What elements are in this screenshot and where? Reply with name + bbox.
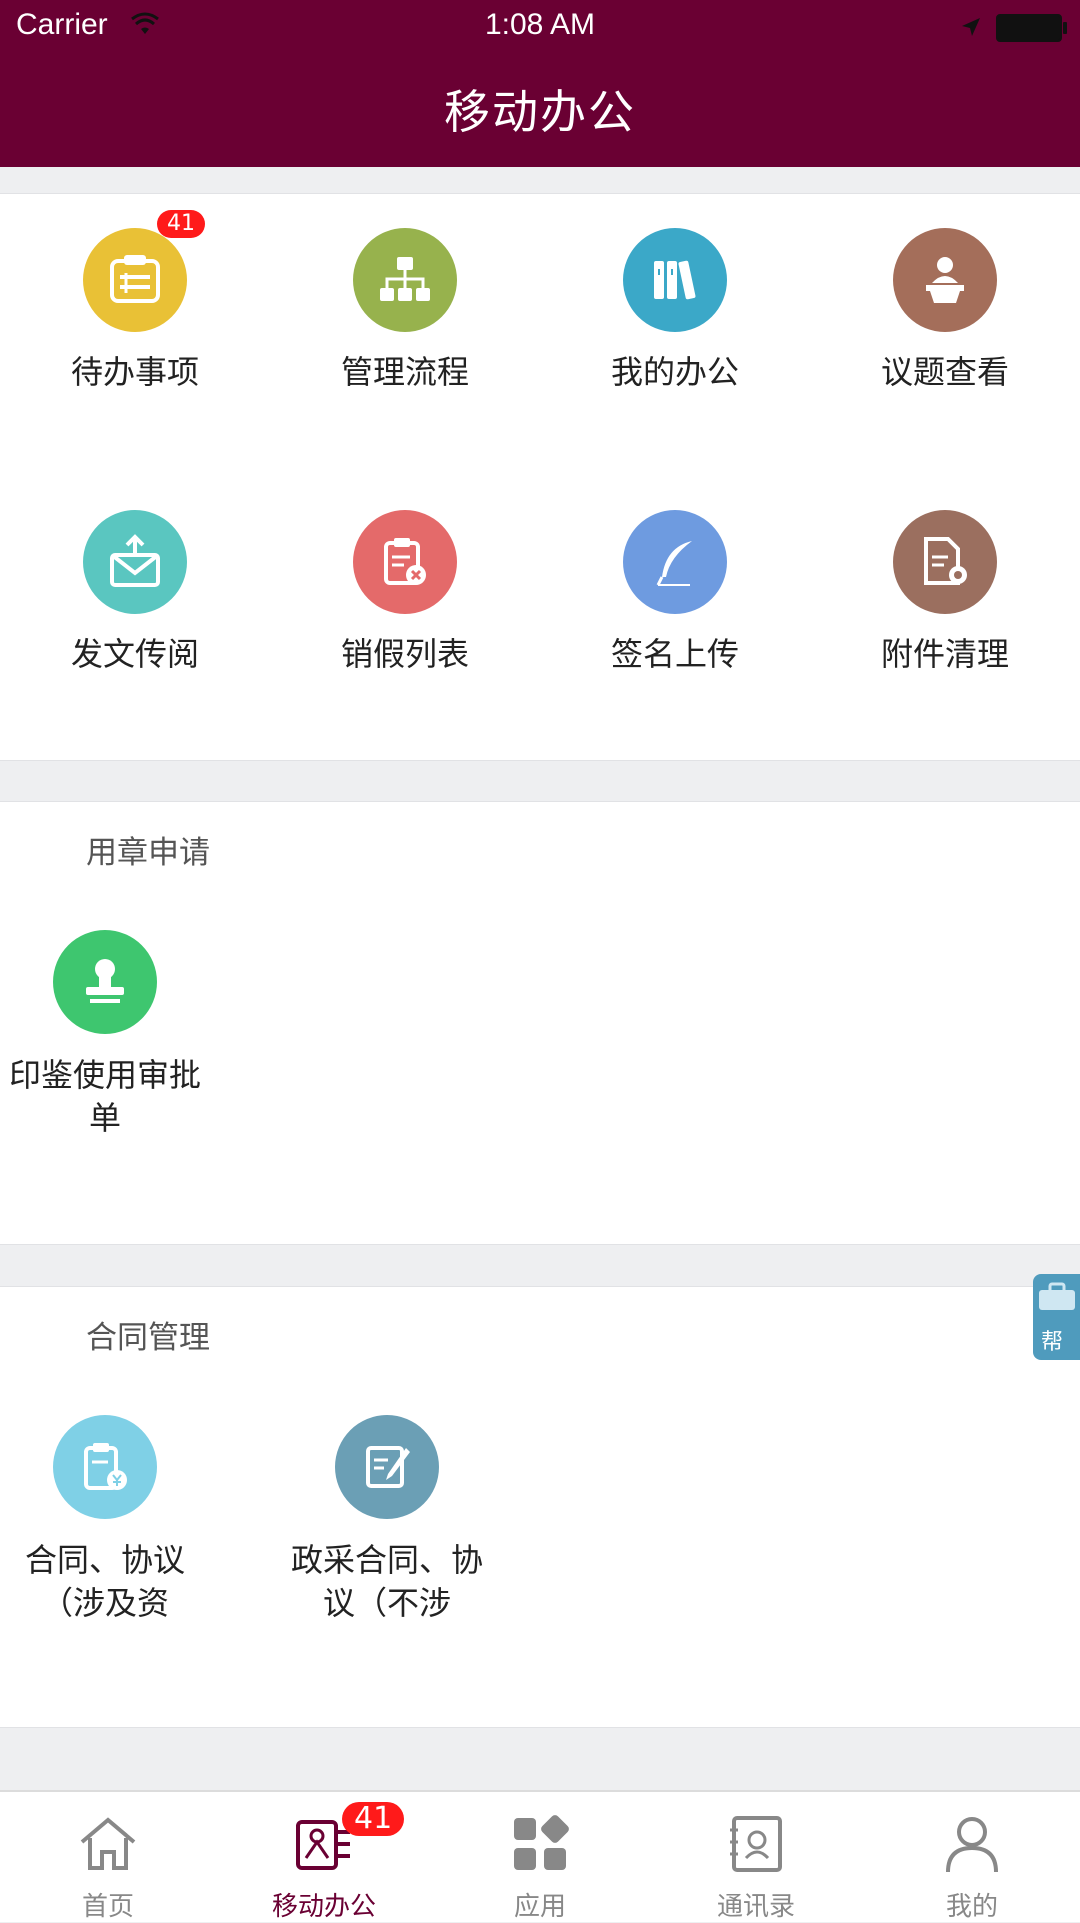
location-arrow-icon — [960, 12, 982, 46]
feather-pen-icon — [623, 510, 727, 614]
tile-label: 发文传阅 — [70, 635, 199, 673]
tile-label: 销假列表 — [340, 635, 469, 673]
home-icon — [0, 1808, 216, 1880]
tile-label: 我的办公 — [610, 353, 739, 391]
tile-label: 管理流程 — [340, 353, 469, 391]
page-title: 移动办公 — [444, 85, 636, 139]
tile-label: 政采合同、协议（不涉 — [290, 1541, 483, 1623]
bottom-tab-bar: 首页 41 移动办公 应用 通讯录 我的 — [0, 1790, 1080, 1922]
speaker-podium-icon — [893, 228, 997, 332]
tile-label: 合同、协议（涉及资 — [24, 1541, 185, 1623]
tile-management-process[interactable]: 管理流程 — [270, 228, 540, 394]
id-card-icon: 41 — [216, 1802, 432, 1880]
tab-label: 通讯录 — [716, 1892, 795, 1922]
tile-doc-circulate[interactable]: 发文传阅 — [0, 510, 270, 676]
tab-home[interactable]: 首页 — [0, 1808, 216, 1923]
tile-label: 议题查看 — [880, 353, 1009, 391]
calendar-list-icon — [83, 228, 187, 332]
person-icon — [864, 1808, 1080, 1880]
clock: 1:08 AM — [484, 8, 596, 41]
clipboard-yuan-icon — [53, 1415, 157, 1519]
help-label: 帮 — [1041, 1330, 1064, 1355]
tab-mobile-office[interactable]: 41 移动办公 — [216, 1802, 432, 1923]
tile-procurement-contract[interactable]: 政采合同、协议（不涉 — [282, 1415, 492, 1625]
tile-signature-upload[interactable]: 签名上传 — [540, 510, 810, 676]
tab-label: 移动办公 — [271, 1892, 376, 1922]
tab-mine[interactable]: 我的 — [864, 1808, 1080, 1923]
books-icon — [623, 228, 727, 332]
mobile-office-badge: 41 — [342, 1802, 405, 1836]
tile-seal-approval[interactable]: 印鉴使用审批单 — [0, 930, 210, 1140]
tile-attachment-cleanup[interactable]: 附件清理 — [810, 510, 1080, 676]
tab-contacts[interactable]: 通讯录 — [648, 1808, 864, 1923]
tile-label: 附件清理 — [880, 635, 1009, 673]
tab-label: 应用 — [513, 1892, 566, 1922]
stamp-icon — [53, 930, 157, 1034]
tile-label: 待办事项 — [70, 353, 199, 391]
tab-label: 我的 — [945, 1892, 998, 1922]
tile-my-office[interactable]: 我的办公 — [540, 228, 810, 394]
todo-count-badge: 41 — [157, 210, 205, 238]
contacts-book-icon — [648, 1808, 864, 1880]
edit-form-icon — [335, 1415, 439, 1519]
floating-help-button[interactable]: 帮 — [1033, 1274, 1080, 1360]
header-bar: Carrier 1:08 AM 移动办公 — [0, 0, 1080, 167]
quick-grid-section: 41 待办事项 管理流程 我的办公 议题查看 发文传阅 销假列表 签名上传 附件… — [0, 193, 1080, 761]
seal-section: 用章申请 印鉴使用审批单 — [0, 801, 1080, 1245]
tile-contract-funds[interactable]: 合同、协议（涉及资 — [0, 1415, 210, 1625]
clipboard-cancel-icon — [353, 510, 457, 614]
envelope-upload-icon — [83, 510, 187, 614]
tile-todo[interactable]: 41 待办事项 — [0, 210, 270, 394]
section-title: 用章申请 — [86, 835, 210, 871]
briefcase-icon — [1039, 1282, 1075, 1310]
org-chart-icon — [353, 228, 457, 332]
status-bar: Carrier 1:08 AM — [0, 0, 1080, 52]
tile-leave-cancel[interactable]: 销假列表 — [270, 510, 540, 676]
grid-apps-icon — [432, 1808, 648, 1880]
section-title: 合同管理 — [86, 1320, 210, 1356]
tile-label: 签名上传 — [610, 635, 739, 673]
tile-label: 印鉴使用审批单 — [8, 1056, 201, 1138]
contract-section: 合同管理 合同、协议（涉及资 政采合同、协议（不涉 — [0, 1286, 1080, 1728]
tab-apps[interactable]: 应用 — [432, 1808, 648, 1923]
tile-topic-view[interactable]: 议题查看 — [810, 228, 1080, 394]
battery-icon — [996, 14, 1067, 42]
tab-label: 首页 — [81, 1892, 134, 1922]
document-gear-icon — [893, 510, 997, 614]
